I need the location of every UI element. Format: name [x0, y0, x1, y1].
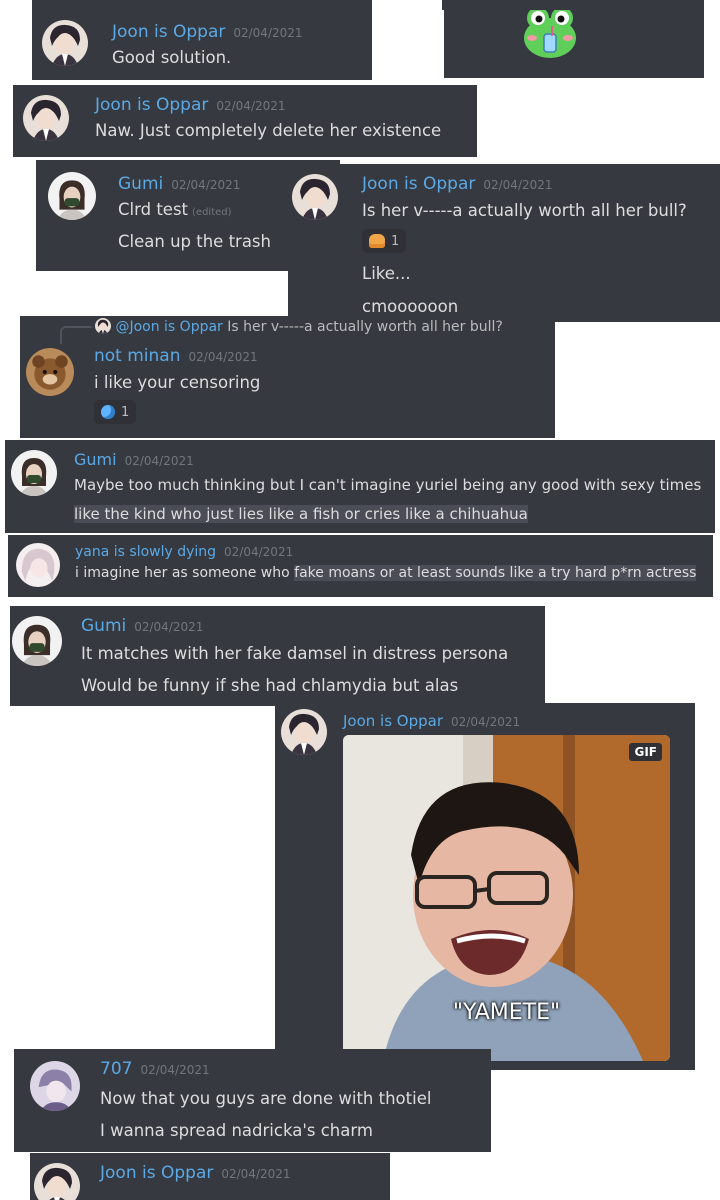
message-card: @Joon is Oppar Is her v-----a actually w… [20, 316, 555, 438]
username[interactable]: Joon is Oppar [95, 95, 208, 115]
message-text: Clrd test (edited) [118, 200, 232, 219]
message-text: Would be funny if she had chlamydia but … [81, 676, 459, 695]
message-text: Now that you guys are done with thotiel [100, 1089, 432, 1108]
timestamp: 02/04/2021 [188, 350, 258, 364]
username[interactable]: Joon is Oppar [343, 712, 443, 730]
reply-preview[interactable]: @Joon is Oppar Is her v-----a actually w… [95, 318, 503, 335]
message-card: 707 02/04/2021 Now that you guys are done… [14, 1049, 491, 1152]
previous-message-fragment-right [442, 0, 704, 10]
avatar-image [281, 709, 327, 755]
message-text-part: i imagine her as someone who [75, 565, 295, 581]
frog-sticker-icon[interactable] [518, 10, 582, 62]
message-text: Naw. Just completely delete her existenc… [95, 121, 442, 140]
bread-emoji-icon [369, 234, 385, 248]
edited-tag: (edited) [192, 207, 232, 218]
avatar[interactable] [48, 172, 96, 220]
message-text: Maybe too much thinking but I can't imag… [74, 476, 702, 494]
timestamp: 02/04/2021 [451, 715, 521, 729]
message-text: Good solution. [112, 48, 232, 67]
timestamp: 02/04/2021 [134, 620, 204, 634]
reaction-count: 1 [121, 404, 130, 420]
timestamp: 02/04/2021 [483, 178, 553, 192]
avatar[interactable] [42, 20, 88, 66]
username[interactable]: Gumi [74, 450, 117, 469]
message-text: I wanna spread nadricka's charm [100, 1121, 373, 1140]
timestamp: 02/04/2021 [233, 26, 303, 40]
avatar[interactable] [12, 616, 62, 666]
message-text: Clean up the trash [118, 232, 271, 251]
avatar-image [292, 174, 338, 220]
avatar-image [12, 616, 62, 666]
sticker-message-card [444, 10, 704, 78]
avatar-image [26, 348, 74, 396]
avatar-image [42, 20, 88, 66]
avatar-image [48, 172, 96, 220]
reaction-button[interactable]: 1 [362, 229, 407, 253]
avatar[interactable] [30, 1061, 80, 1111]
username[interactable]: Joon is Oppar [100, 1163, 213, 1183]
username[interactable]: Joon is Oppar [112, 22, 225, 42]
avatar[interactable] [292, 174, 338, 220]
timestamp: 02/04/2021 [140, 1063, 210, 1077]
previous-message-fragment [32, 0, 372, 10]
message-card: yana is slowly dying 02/04/2021 i imagine… [8, 535, 713, 597]
gif-badge: GIF [629, 743, 662, 761]
message-line: Clrd test [118, 200, 189, 219]
avatar[interactable] [11, 450, 57, 496]
avatar-image [30, 1061, 80, 1111]
message-card: Gumi 02/04/2021 It matches with her fake … [10, 606, 545, 706]
avatar[interactable] [23, 95, 69, 141]
reply-text: Is her v-----a actually worth all her bu… [227, 319, 503, 335]
message-card: Joon is Oppar 02/04/2021 Is her v-----a a… [288, 164, 720, 322]
message-card: Gumi 02/04/2021 Maybe too much thinking b… [5, 440, 715, 533]
message-card: Joon is Oppar 02/04/2021 [30, 1153, 390, 1200]
message-text: i imagine her as someone who fake moans … [75, 565, 697, 581]
message-text-highlight: fake moans or at least sounds like a try… [294, 565, 697, 581]
message-card: Joon is Oppar 02/04/2021 Good solution. [32, 10, 372, 80]
avatar-image [11, 450, 57, 496]
avatar-image [34, 1163, 80, 1200]
timestamp: 02/04/2021 [221, 1167, 291, 1181]
avatar[interactable] [26, 348, 74, 396]
timestamp: 02/04/2021 [216, 99, 286, 113]
message-card: Joon is Oppar 02/04/2021 GIF "YAMETE" [275, 703, 695, 1070]
timestamp: 02/04/2021 [124, 454, 194, 468]
message-text: like the kind who just lies like a fish … [74, 505, 528, 523]
reaction-count: 1 [391, 233, 400, 249]
avatar-image [23, 95, 69, 141]
message-card: Joon is Oppar 02/04/2021 Naw. Just comple… [13, 85, 477, 157]
username[interactable]: not minan [94, 346, 181, 366]
username[interactable]: Gumi [81, 616, 126, 636]
message-text: cmoooooon [362, 297, 459, 316]
avatar[interactable] [16, 543, 60, 587]
gif-embed[interactable]: GIF "YAMETE" [343, 735, 670, 1061]
reaction-button[interactable]: 1 [94, 400, 137, 424]
username[interactable]: yana is slowly dying [75, 544, 216, 560]
message-text: Is her v-----a actually worth all her bu… [362, 201, 687, 220]
message-text: i like your censoring [94, 373, 261, 392]
username[interactable]: Joon is Oppar [362, 174, 475, 194]
timestamp: 02/04/2021 [171, 178, 241, 192]
moon-emoji-icon [101, 405, 115, 419]
gif-caption: "YAMETE" [452, 1000, 561, 1025]
reply-author[interactable]: @Joon is Oppar [115, 319, 222, 335]
avatar[interactable] [281, 709, 327, 755]
avatar[interactable] [34, 1163, 80, 1200]
timestamp: 02/04/2021 [224, 545, 294, 559]
reply-connector [60, 326, 92, 344]
message-text: It matches with her fake damsel in distr… [81, 644, 509, 663]
message-text: Like... [362, 264, 411, 283]
reply-avatar [95, 318, 111, 334]
avatar-image [16, 543, 60, 587]
username[interactable]: 707 [100, 1059, 132, 1079]
username[interactable]: Gumi [118, 174, 163, 194]
